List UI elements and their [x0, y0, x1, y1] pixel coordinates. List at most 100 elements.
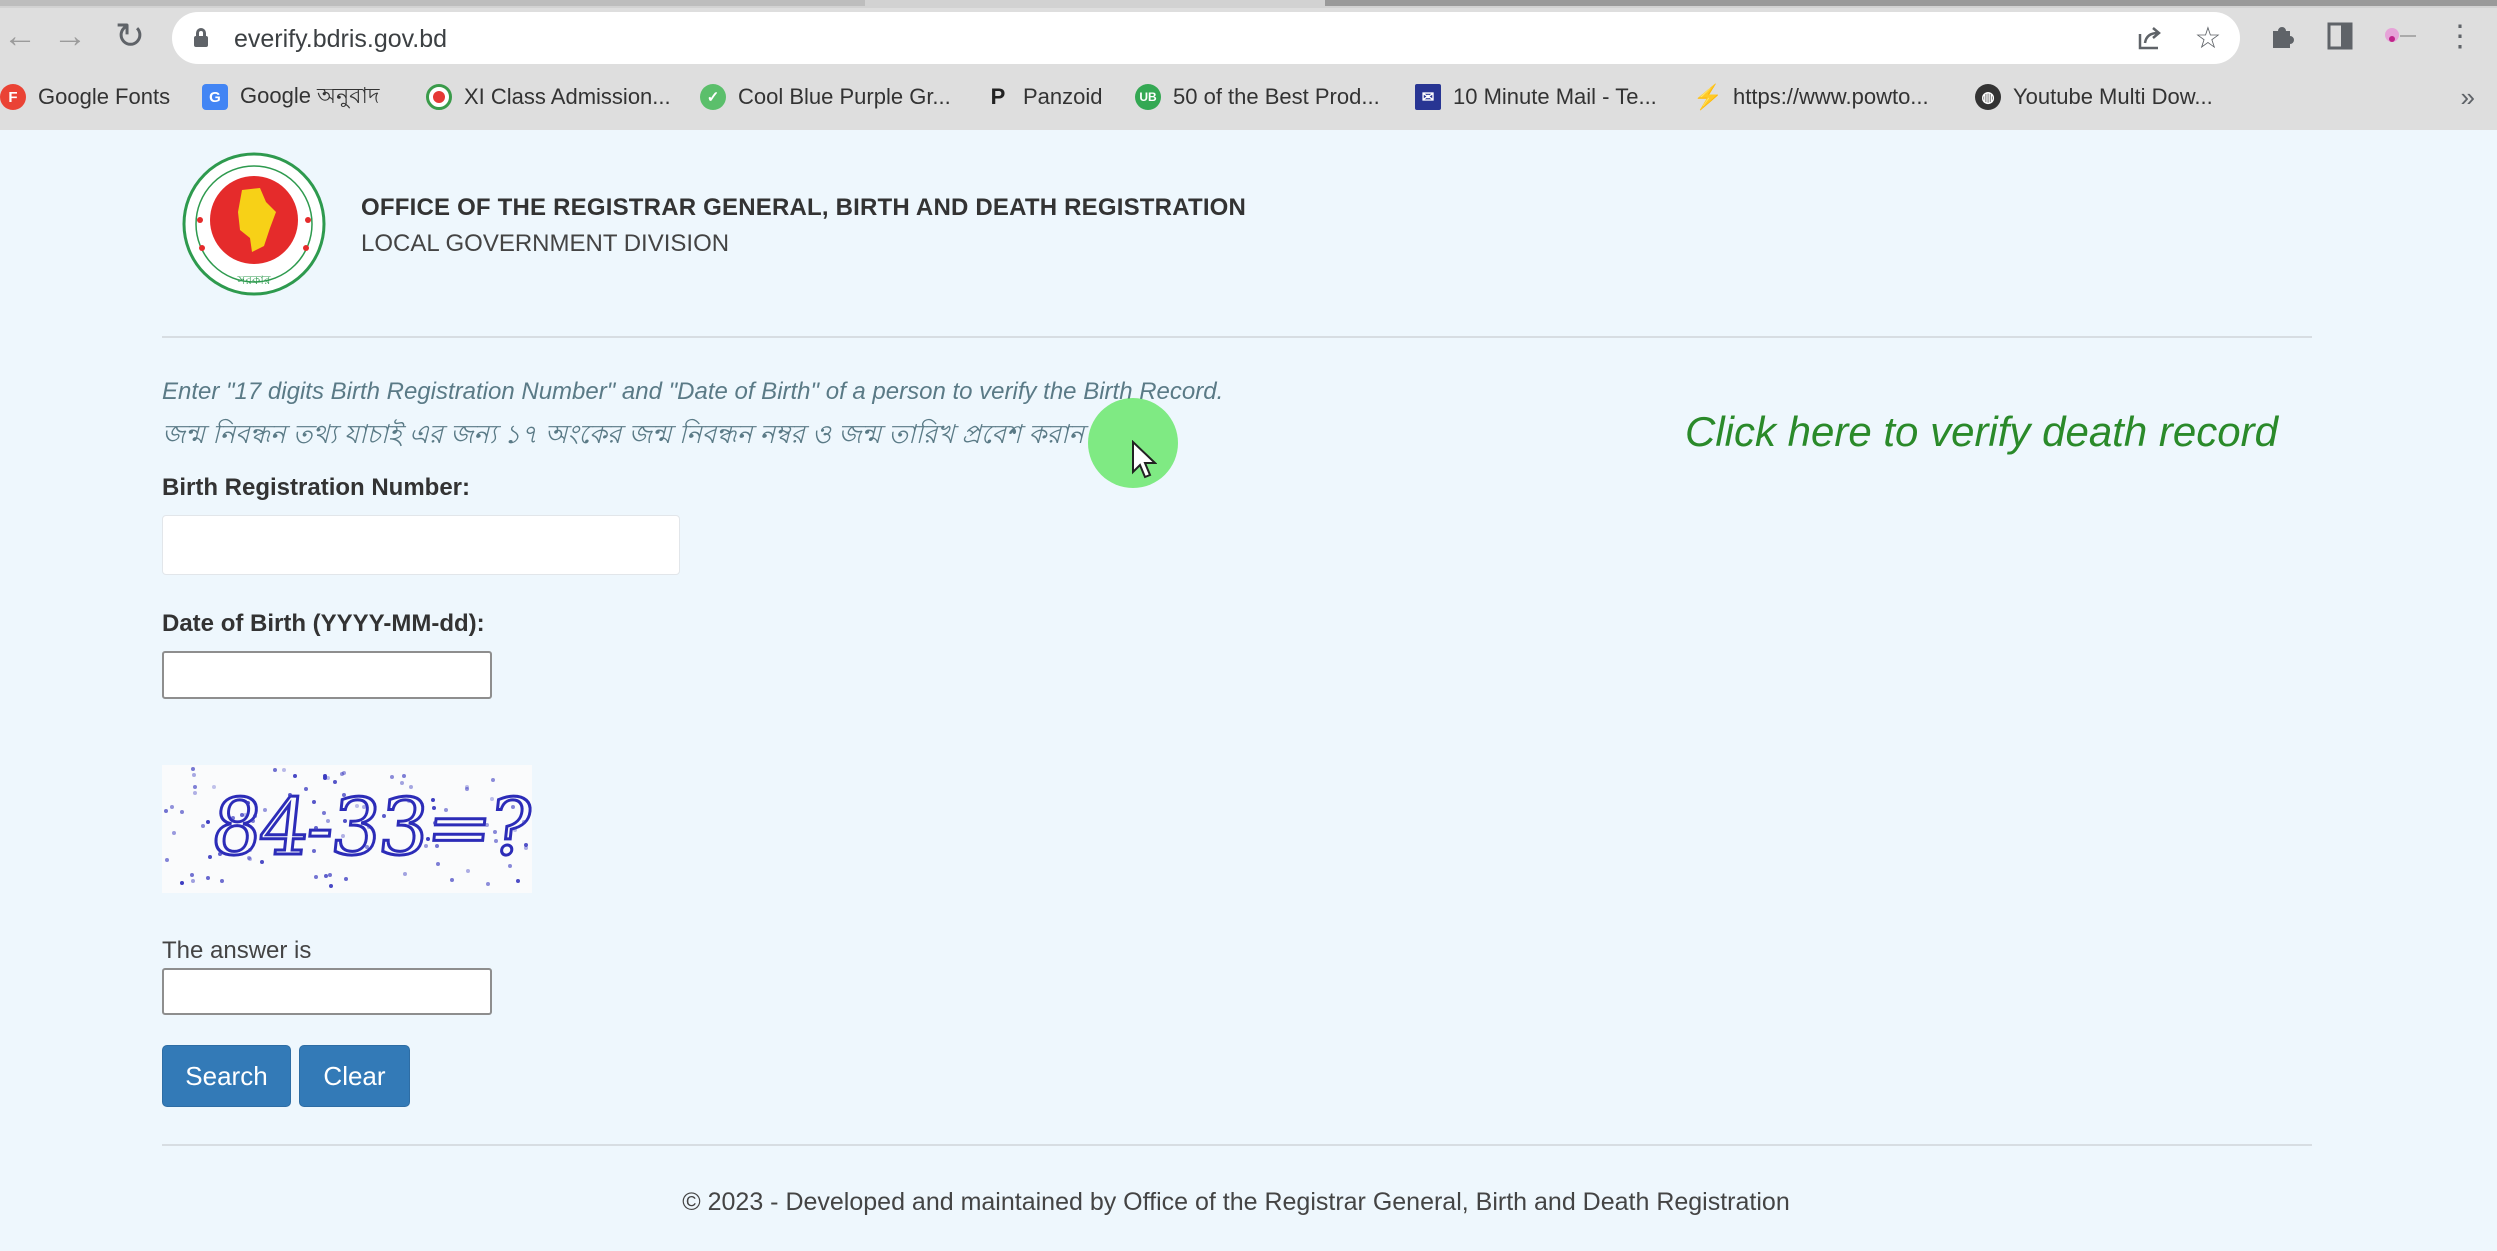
- captcha-noise-dot: [273, 768, 277, 772]
- captcha-noise-dot: [400, 781, 404, 785]
- bookmark-item[interactable]: ✓ Cool Blue Purple Gr...: [700, 74, 951, 120]
- captcha-answer-input[interactable]: [162, 968, 492, 1015]
- captcha-noise-dot: [367, 825, 371, 829]
- address-bar[interactable]: everify.bdris.gov.bd ☆: [172, 12, 2240, 64]
- captcha-noise-dot: [390, 775, 394, 779]
- share-icon[interactable]: [2132, 20, 2168, 56]
- captcha-noise-dot: [493, 830, 497, 834]
- captcha-noise-dot: [263, 808, 267, 812]
- captcha-noise-dot: [444, 808, 448, 812]
- captcha-noise-dot: [436, 862, 440, 866]
- tab-inactive[interactable]: [0, 0, 865, 6]
- date-of-birth-input[interactable]: [162, 651, 492, 699]
- captcha-noise-dot: [212, 785, 216, 789]
- captcha-noise-dot: [293, 774, 297, 778]
- captcha-noise-dot: [190, 873, 194, 877]
- brn-label: Birth Registration Number:: [162, 474, 471, 501]
- more-bookmarks-button[interactable]: »: [2461, 82, 2475, 113]
- captcha-noise-dot: [511, 805, 515, 809]
- captcha-noise-dot: [206, 876, 210, 880]
- captcha-noise-dot: [253, 814, 257, 818]
- captcha-noise-dot: [407, 799, 411, 803]
- bookmark-item[interactable]: P Panzoid: [985, 74, 1103, 120]
- captcha-noise-dot: [465, 787, 469, 791]
- captcha-noise-dot: [180, 881, 184, 885]
- panzoid-icon: P: [990, 84, 1006, 109]
- google-translate-icon: G: [202, 84, 228, 110]
- captcha-noise-dot: [192, 773, 196, 777]
- reload-button[interactable]: ↻: [110, 15, 150, 56]
- captcha-noise-dot: [466, 869, 470, 873]
- captcha-noise-dot: [524, 846, 528, 850]
- bookmark-label: Google অনুবাদ: [240, 82, 380, 108]
- captcha-noise-dot: [450, 878, 454, 882]
- government-seal-logo: সরকার: [180, 150, 328, 298]
- captcha-noise-dot: [193, 791, 197, 795]
- captcha-noise-dot: [435, 844, 439, 848]
- ten-minute-mail-icon: ✉: [1415, 84, 1441, 110]
- answer-label: The answer is: [162, 937, 312, 964]
- bookmark-label: Panzoid: [1023, 84, 1103, 109]
- back-button[interactable]: ←: [0, 16, 40, 56]
- bookmark-item[interactable]: UB 50 of the Best Prod...: [1135, 74, 1380, 120]
- forward-button[interactable]: →: [50, 16, 90, 56]
- page-title: OFFICE OF THE REGISTRAR GENERAL, BIRTH A…: [361, 194, 1247, 221]
- captcha-noise-dot: [165, 858, 169, 862]
- browser-chrome: ← → ↻ everify.bdris.gov.bd ☆ ⋮ F Google …: [0, 0, 2497, 130]
- bookmark-star-icon[interactable]: ☆: [2190, 20, 2226, 56]
- captcha-noise-dot: [218, 852, 222, 856]
- bookmark-item[interactable]: XI Class Admission...: [426, 74, 671, 120]
- tab-inactive[interactable]: [1325, 0, 2497, 6]
- chrome-menu-icon[interactable]: ⋮: [2440, 16, 2480, 56]
- captcha-noise-dot: [508, 864, 512, 868]
- bookmark-item[interactable]: ◍ Youtube Multi Dow...: [1975, 74, 2213, 120]
- birth-registration-number-input[interactable]: [162, 515, 680, 575]
- instruction-bangla: জন্ম নিবন্ধন তথ্য যাচাই এর জন্য ১৭ অংকের…: [162, 419, 1084, 449]
- reload-icon: ↻: [114, 15, 146, 56]
- bookmark-item[interactable]: G Google অনুবাদ: [202, 74, 379, 120]
- captcha-noise-dot: [329, 884, 333, 888]
- captcha-noise-dot: [191, 879, 195, 883]
- captcha-noise-dot: [170, 805, 174, 809]
- url-text[interactable]: everify.bdris.gov.bd: [234, 25, 447, 54]
- search-button[interactable]: Search: [162, 1045, 291, 1107]
- profile-avatar-icon[interactable]: [2380, 16, 2420, 56]
- bookmark-item[interactable]: ⚡ https://www.powto...: [1693, 74, 1929, 120]
- globe-icon: ◍: [1975, 84, 2001, 110]
- captcha-noise-dot: [362, 805, 366, 809]
- instruction-english: Enter "17 digits Birth Registration Numb…: [162, 378, 1224, 405]
- captcha-noise-dot: [516, 879, 520, 883]
- extensions-icon[interactable]: [2262, 16, 2302, 56]
- captcha-noise-dot: [513, 828, 517, 832]
- bookmark-label: Youtube Multi Dow...: [2013, 84, 2213, 109]
- header-divider: [162, 336, 2312, 338]
- captcha-noise-dot: [208, 855, 212, 859]
- bookmark-label: Google Fonts: [38, 84, 171, 109]
- lock-icon[interactable]: [194, 28, 208, 47]
- verify-death-record-link[interactable]: Click here to verify death record: [1685, 408, 2278, 456]
- captcha-noise-dot: [326, 819, 330, 823]
- captcha-noise-dot: [328, 873, 332, 877]
- clear-button[interactable]: Clear: [299, 1045, 410, 1107]
- captcha-noise-dot: [324, 874, 328, 878]
- captcha-noise-dot: [282, 768, 286, 772]
- captcha-noise-dot: [172, 831, 176, 835]
- bookmark-item[interactable]: ✉ 10 Minute Mail - Te...: [1415, 74, 1657, 120]
- footer-text: © 2023 - Developed and maintained by Off…: [682, 1188, 1790, 1216]
- captcha-noise-dot: [382, 814, 386, 818]
- captcha-image: 84-33=?: [162, 765, 532, 893]
- side-panel-icon[interactable]: [2320, 16, 2360, 56]
- arrow-right-icon: →: [53, 16, 87, 55]
- captcha-noise-dot: [164, 809, 168, 813]
- ub-icon: UB: [1135, 84, 1161, 110]
- captcha-noise-dot: [402, 774, 406, 778]
- captcha-noise-dot: [260, 860, 264, 864]
- bookmark-item[interactable]: F Google Fonts: [0, 74, 170, 120]
- captcha-noise-dot: [491, 778, 495, 782]
- bookmark-label: Cool Blue Purple Gr...: [738, 84, 951, 109]
- captcha-noise-dot: [243, 813, 247, 817]
- captcha-noise-dot: [494, 839, 498, 843]
- bookmark-label: https://www.powto...: [1733, 84, 1929, 109]
- captcha-noise-dot: [340, 772, 344, 776]
- captcha-noise-dot: [344, 877, 348, 881]
